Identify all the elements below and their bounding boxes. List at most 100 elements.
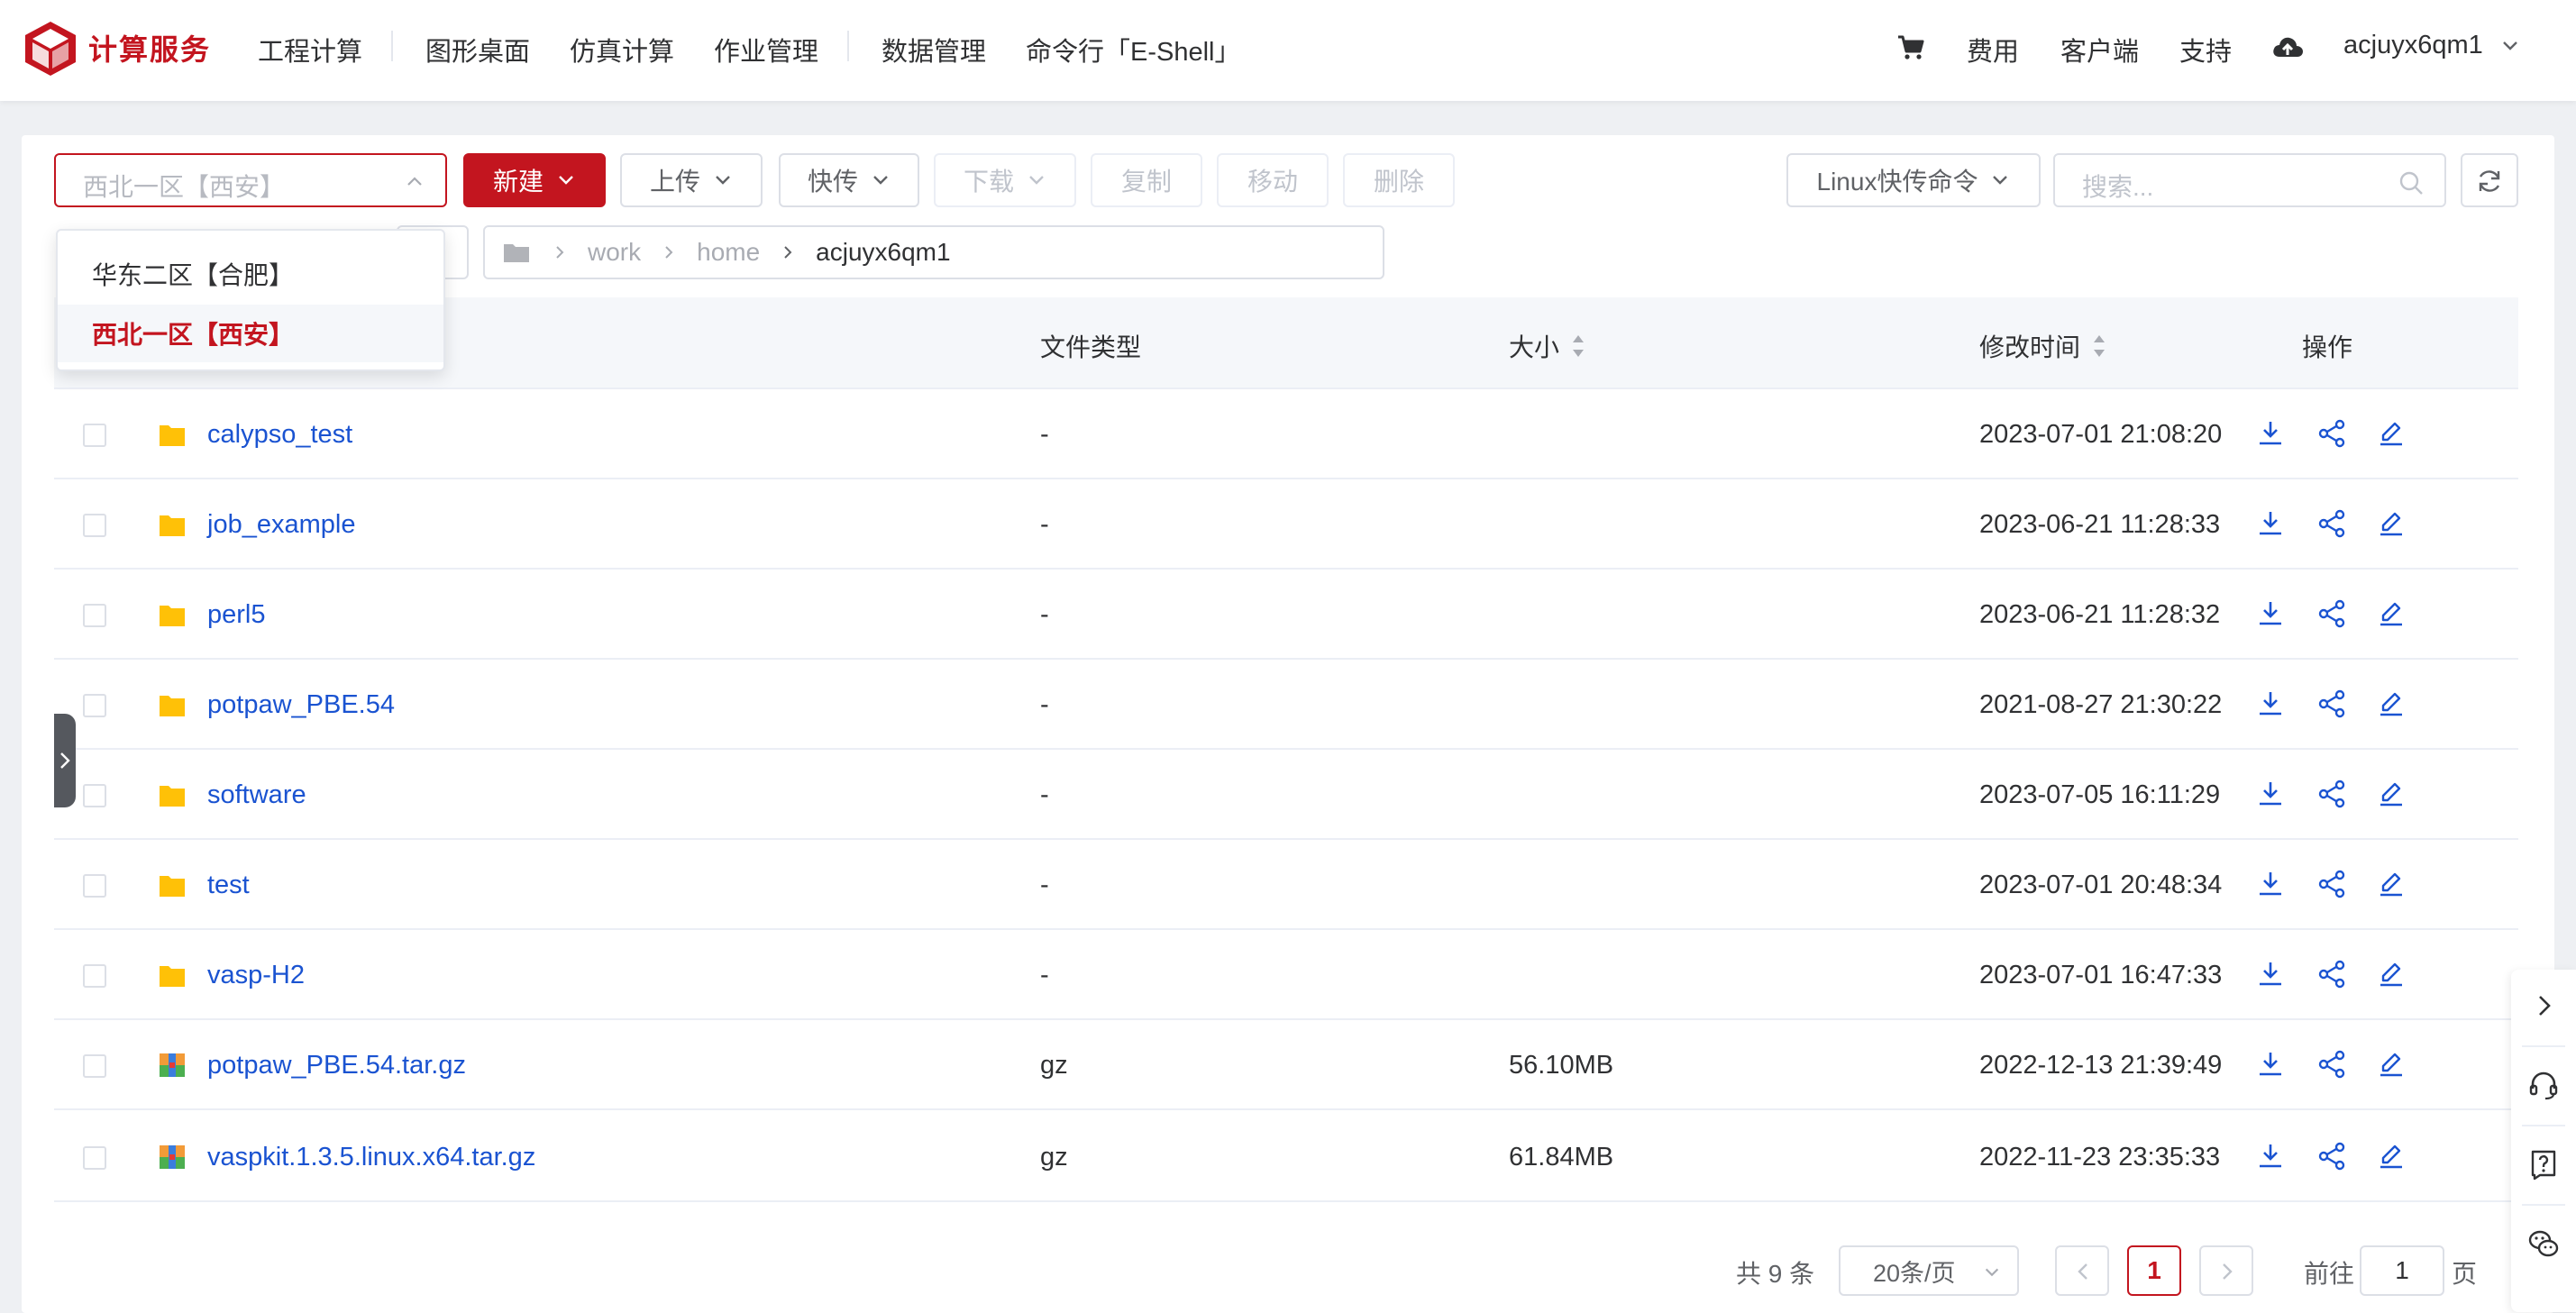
download-icon[interactable] xyxy=(2255,1049,2286,1080)
share-icon[interactable] xyxy=(2316,1049,2347,1080)
region-option-xian[interactable]: 西北一区【西安】 xyxy=(58,305,443,362)
share-icon[interactable] xyxy=(2316,508,2347,539)
edit-icon[interactable] xyxy=(2376,1141,2407,1172)
share-icon[interactable] xyxy=(2316,779,2347,809)
move-button[interactable]: 移动 xyxy=(1217,153,1329,207)
delete-button[interactable]: 删除 xyxy=(1343,153,1455,207)
region-option-hefei[interactable]: 华东二区【合肥】 xyxy=(58,245,443,303)
row-checkbox[interactable] xyxy=(83,1146,106,1170)
edit-icon[interactable] xyxy=(2376,418,2407,449)
divider xyxy=(2522,1204,2565,1206)
edit-icon[interactable] xyxy=(2376,508,2407,539)
fees-link[interactable]: 费用 xyxy=(1967,31,2019,68)
file-name-link[interactable]: perl5 xyxy=(207,600,266,630)
nav-simulation-compute[interactable]: 仿真计算 xyxy=(570,31,674,68)
table-row[interactable]: vasp-H2 - 2023-07-01 16:47:33 xyxy=(54,930,2518,1020)
prev-page-button[interactable] xyxy=(2055,1245,2109,1296)
file-name-link[interactable]: job_example xyxy=(207,510,355,540)
row-checkbox[interactable] xyxy=(83,964,106,988)
table-row[interactable]: potpaw_PBE.54.tar.gz gz 56.10MB 2022-12-13 … xyxy=(54,1020,2518,1110)
file-name-link[interactable]: potpaw_PBE.54 xyxy=(207,690,395,720)
cart-icon[interactable] xyxy=(1896,34,1925,61)
wechat-icon[interactable] xyxy=(2527,1227,2560,1260)
download-icon[interactable] xyxy=(2255,418,2286,449)
table-row[interactable]: perl5 - 2023-06-21 11:28:32 xyxy=(54,570,2518,660)
folder-icon[interactable] xyxy=(503,242,530,263)
row-checkbox[interactable] xyxy=(83,514,106,537)
nav-job-management[interactable]: 作业管理 xyxy=(714,31,818,68)
file-name-link[interactable]: software xyxy=(207,780,306,810)
edit-icon[interactable] xyxy=(2376,959,2407,989)
fast-transfer-button[interactable]: 快传 xyxy=(779,153,919,207)
edit-icon[interactable] xyxy=(2376,779,2407,809)
download-icon[interactable] xyxy=(2255,688,2286,719)
support-link[interactable]: 支持 xyxy=(2179,31,2232,68)
share-icon[interactable] xyxy=(2316,598,2347,629)
edit-icon[interactable] xyxy=(2376,869,2407,899)
file-name-link[interactable]: vaspkit.1.3.5.linux.x64.tar.gz xyxy=(207,1143,535,1172)
file-name-link[interactable]: calypso_test xyxy=(207,420,352,450)
breadcrumb-item-work[interactable]: work xyxy=(588,238,641,267)
chevron-right-icon xyxy=(784,246,792,259)
edit-icon[interactable] xyxy=(2376,598,2407,629)
file-name-link[interactable]: test xyxy=(207,871,250,900)
table-row[interactable]: job_example - 2023-06-21 11:28:33 xyxy=(54,479,2518,570)
next-page-button[interactable] xyxy=(2199,1245,2253,1296)
chevron-right-icon[interactable] xyxy=(2527,989,2560,1022)
share-icon[interactable] xyxy=(2316,1141,2347,1172)
share-icon[interactable] xyxy=(2316,688,2347,719)
file-name-link[interactable]: potpaw_PBE.54.tar.gz xyxy=(207,1051,466,1080)
edit-icon[interactable] xyxy=(2376,1049,2407,1080)
column-header-modified[interactable]: 修改时间 xyxy=(1979,328,2107,364)
download-icon[interactable] xyxy=(2255,508,2286,539)
column-header-size[interactable]: 大小 xyxy=(1509,328,1586,364)
table-row[interactable]: software - 2023-07-05 16:11:29 xyxy=(54,750,2518,840)
nav-engineering-compute[interactable]: 工程计算 xyxy=(258,31,362,68)
table-row[interactable]: potpaw_PBE.54 - 2021-08-27 21:30:22 xyxy=(54,660,2518,750)
row-checkbox[interactable] xyxy=(83,604,106,627)
download-icon[interactable] xyxy=(2255,598,2286,629)
table-row[interactable]: test - 2023-07-01 20:48:34 xyxy=(54,840,2518,930)
sort-icon[interactable] xyxy=(2091,333,2107,360)
linux-command-button[interactable]: Linux快传命令 xyxy=(1786,153,2041,207)
download-icon[interactable] xyxy=(2255,1141,2286,1172)
search-input[interactable]: 搜索... xyxy=(2053,153,2446,207)
share-icon[interactable] xyxy=(2316,869,2347,899)
share-icon[interactable] xyxy=(2316,418,2347,449)
upload-button[interactable]: 上传 xyxy=(620,153,763,207)
download-icon[interactable] xyxy=(2255,779,2286,809)
copy-button[interactable]: 复制 xyxy=(1091,153,1202,207)
refresh-button[interactable] xyxy=(2461,153,2518,207)
chevron-down-icon[interactable] xyxy=(2500,36,2520,56)
row-checkbox[interactable] xyxy=(83,874,106,898)
sort-icon[interactable] xyxy=(1570,333,1586,360)
row-checkbox[interactable] xyxy=(83,694,106,717)
headset-icon[interactable] xyxy=(2527,1069,2560,1101)
row-checkbox[interactable] xyxy=(83,1054,106,1078)
region-select[interactable]: 西北一区【西安】 xyxy=(54,153,447,207)
download-button[interactable]: 下载 xyxy=(934,153,1076,207)
nav-data-management[interactable]: 数据管理 xyxy=(882,31,986,68)
goto-page-input[interactable]: 1 xyxy=(2360,1245,2444,1296)
download-icon[interactable] xyxy=(2255,869,2286,899)
row-checkbox[interactable] xyxy=(83,784,106,807)
cloud-upload-icon[interactable] xyxy=(2271,32,2304,63)
nav-graphic-desktop[interactable]: 图形桌面 xyxy=(425,31,530,68)
client-link[interactable]: 客户端 xyxy=(2060,31,2139,68)
table-row[interactable]: calypso_test - 2023-07-01 21:08:20 xyxy=(54,389,2518,479)
help-icon[interactable] xyxy=(2527,1148,2560,1181)
share-icon[interactable] xyxy=(2316,959,2347,989)
table-row[interactable]: vaspkit.1.3.5.linux.x64.tar.gz gz 61.84MB 2… xyxy=(54,1112,2518,1202)
file-name-link[interactable]: vasp-H2 xyxy=(207,961,305,990)
edit-icon[interactable] xyxy=(2376,688,2407,719)
page-size-select[interactable]: 20条/页 xyxy=(1839,1245,2019,1296)
username[interactable]: acjuyx6qm1 xyxy=(2343,31,2483,60)
new-button[interactable]: 新建 xyxy=(463,153,606,207)
nav-eshell[interactable]: 命令行「E-Shell」 xyxy=(1026,31,1241,68)
row-checkbox[interactable] xyxy=(83,424,106,447)
chevron-right-icon xyxy=(2223,1263,2233,1280)
breadcrumb-item-home[interactable]: home xyxy=(697,238,760,267)
page-number-current[interactable]: 1 xyxy=(2127,1245,2181,1296)
sidebar-toggle[interactable] xyxy=(54,714,76,807)
download-icon[interactable] xyxy=(2255,959,2286,989)
